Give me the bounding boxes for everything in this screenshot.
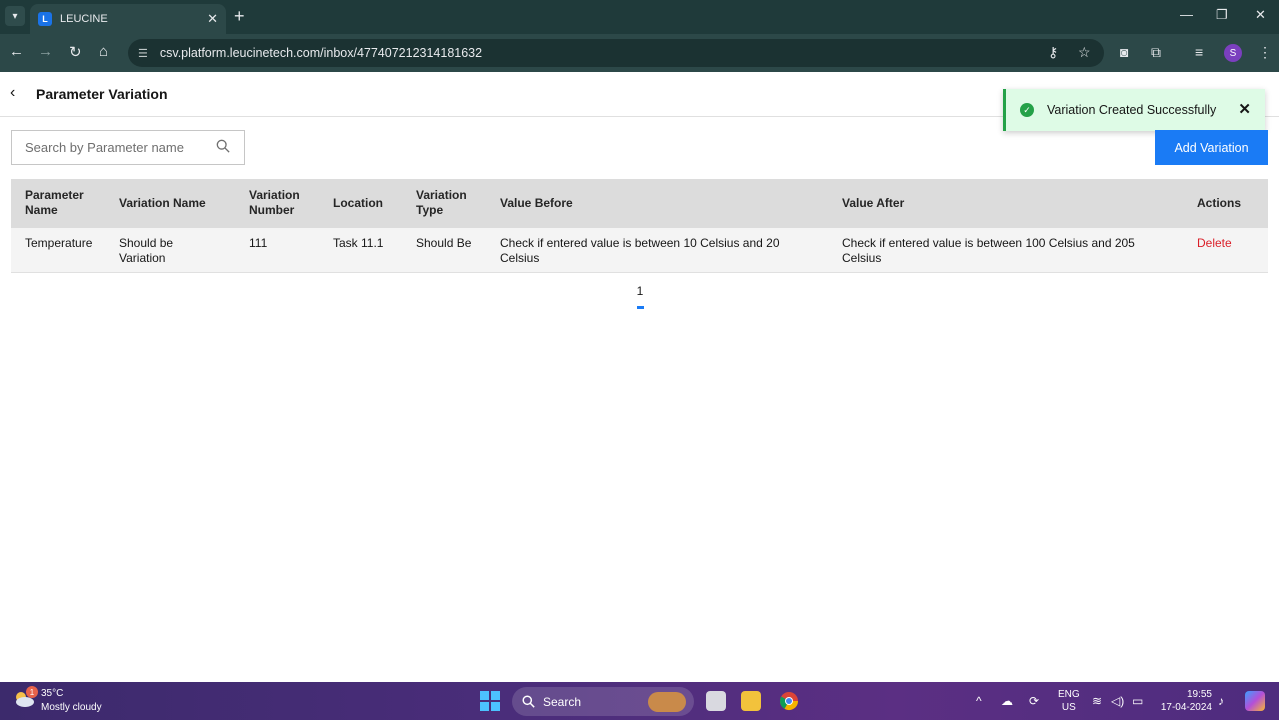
toast-message: Variation Created Successfully — [1047, 103, 1217, 117]
header-variation-type: Variation Type — [416, 188, 467, 217]
header-value-before: Value Before — [500, 196, 573, 210]
sync-icon[interactable]: ⟳ — [1029, 694, 1039, 708]
delete-link[interactable]: Delete — [1197, 236, 1257, 251]
more-menu-icon[interactable]: ⋮ — [1258, 44, 1272, 61]
weather-description[interactable]: Mostly cloudy — [41, 702, 102, 713]
system-clock[interactable]: 19:55 17-04-2024 — [1158, 688, 1212, 714]
header-variation-name: Variation Name — [119, 196, 206, 210]
profile-avatar[interactable]: S — [1224, 44, 1242, 62]
leucine-favicon-icon: L — [38, 12, 52, 26]
battery-icon[interactable]: ▭ — [1132, 694, 1143, 708]
windows-taskbar: 1 35°C Mostly cloudy Search ^ ☁ ⟳ ENG US… — [0, 682, 1279, 720]
address-bar[interactable]: ☰ csv.platform.leucinetech.com/inbox/477… — [128, 39, 1104, 67]
task-view-icon[interactable] — [706, 691, 726, 711]
cell-variation-type: Should Be — [416, 236, 472, 250]
bookmark-star-icon[interactable]: ☆ — [1078, 44, 1091, 61]
url-text: csv.platform.leucinetech.com/inbox/47740… — [159, 46, 483, 60]
new-tab-icon[interactable]: + — [234, 6, 245, 27]
chrome-icon[interactable] — [779, 691, 799, 711]
active-page-indicator — [636, 306, 644, 309]
header-variation-number: Variation Number — [249, 188, 300, 217]
tab-search-icon[interactable]: ▾ — [5, 6, 25, 26]
password-key-icon[interactable]: ⚷ — [1048, 44, 1058, 61]
cell-location: Task 11.1 — [333, 236, 384, 250]
check-circle-icon: ✓ — [1020, 103, 1034, 117]
cell-variation-number: 111 — [249, 236, 268, 250]
back-chevron-icon[interactable]: ‹ — [10, 84, 15, 102]
file-explorer-icon[interactable] — [741, 691, 761, 711]
weather-temperature[interactable]: 35°C — [41, 688, 63, 699]
clock-time: 19:55 — [1186, 689, 1212, 700]
header-value-after: Value After — [842, 196, 905, 210]
header-actions: Actions — [1197, 196, 1242, 210]
taskbar-search-icon — [522, 695, 535, 708]
page-number-button[interactable]: 1 — [620, 284, 660, 298]
tab-close-icon[interactable]: ✕ — [207, 11, 218, 27]
window-close-icon[interactable]: ✕ — [1255, 7, 1266, 23]
toast-close-icon[interactable]: ✕ — [1238, 100, 1251, 118]
table-header: Parameter Name Variation Name Variation … — [11, 179, 1268, 228]
site-info-icon[interactable]: ☰ — [138, 47, 148, 60]
language-region: US — [1061, 702, 1076, 713]
search-highlight-icon — [648, 691, 686, 712]
table-row: Temperature Should be Variation 111 Task… — [11, 228, 1268, 273]
clock-date: 17-04-2024 — [1160, 702, 1212, 713]
browser-toolbar: ← → ↻ ⌂ ☰ csv.platform.leucinetech.com/i… — [0, 34, 1279, 72]
restore-icon[interactable]: ❐ — [1216, 7, 1228, 23]
reload-icon[interactable]: ↻ — [69, 43, 82, 61]
notification-badge: 1 — [26, 686, 38, 698]
search-icon[interactable] — [216, 139, 230, 153]
taskbar-search[interactable]: Search — [512, 687, 694, 716]
search-input[interactable] — [25, 140, 210, 155]
cell-value-after: Check if entered value is between 100 Ce… — [842, 236, 1135, 265]
wifi-icon[interactable]: ≋ — [1092, 694, 1102, 708]
show-hidden-icons-chevron-icon[interactable]: ^ — [976, 694, 982, 708]
minimize-icon[interactable]: — — [1180, 7, 1193, 22]
browser-tab-bar: ▾ L LEUCINE ✕ + — ❐ ✕ — [0, 0, 1279, 34]
browser-tab[interactable]: L LEUCINE ✕ — [30, 4, 226, 34]
camera-icon[interactable]: ◙ — [1120, 44, 1128, 60]
header-location: Location — [333, 196, 383, 210]
cell-variation-name: Should be Variation — [119, 236, 174, 265]
language-indicator[interactable]: ENG US — [1058, 688, 1080, 714]
onedrive-cloud-icon[interactable]: ☁ — [1001, 694, 1013, 708]
cell-parameter-name: Temperature — [25, 236, 93, 250]
taskbar-search-label: Search — [543, 694, 582, 709]
notification-bell-icon[interactable]: ♪ — [1218, 694, 1224, 708]
media-control-icon[interactable]: ≡ — [1195, 44, 1203, 60]
page-title: Parameter Variation — [36, 86, 168, 102]
cell-value-before: Check if entered value is between 10 Cel… — [500, 236, 780, 265]
success-toast: ✓ Variation Created Successfully ✕ — [1003, 89, 1265, 131]
add-variation-button[interactable]: Add Variation — [1155, 130, 1268, 165]
tab-title: LEUCINE — [60, 13, 108, 25]
variation-table: Parameter Name Variation Name Variation … — [11, 179, 1268, 273]
header-parameter-name: Parameter Name — [25, 188, 84, 217]
windows-start-icon[interactable] — [480, 691, 500, 711]
language-code: ENG — [1058, 689, 1080, 700]
extensions-icon[interactable]: ⧉ — [1151, 44, 1161, 61]
volume-icon[interactable]: ◁) — [1111, 694, 1124, 708]
back-arrow-icon[interactable]: ← — [9, 43, 24, 60]
forward-arrow-icon[interactable]: → — [38, 43, 53, 60]
home-icon[interactable]: ⌂ — [99, 43, 108, 60]
copilot-icon[interactable] — [1245, 691, 1265, 711]
pagination: 1 — [620, 284, 660, 309]
search-box — [11, 130, 245, 165]
